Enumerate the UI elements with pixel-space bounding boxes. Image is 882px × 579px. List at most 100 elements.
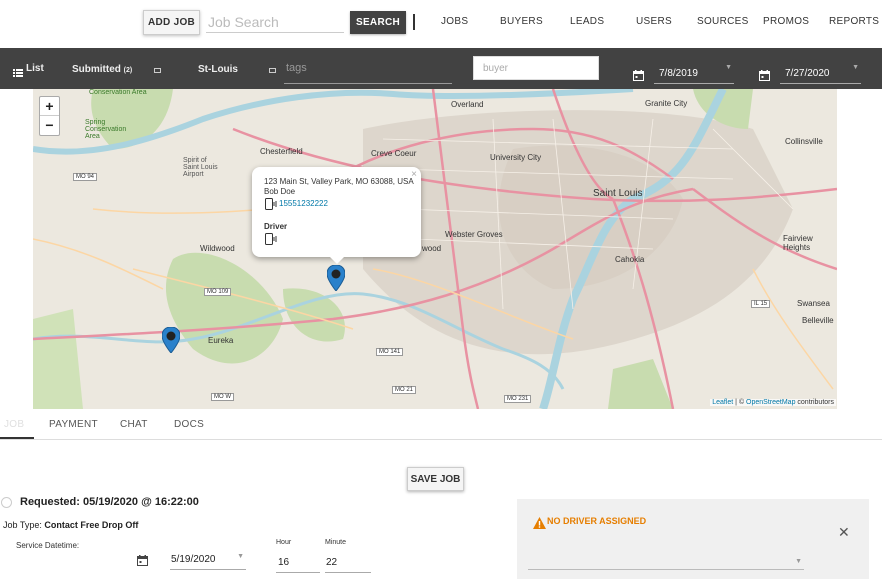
map-label: Cahokia	[615, 255, 645, 264]
nav-sources[interactable]: SOURCES	[697, 16, 749, 27]
date-to-value: 7/27/2020	[785, 68, 830, 79]
date-from-value: 7/8/2019	[659, 68, 698, 79]
calendar-icon[interactable]	[137, 553, 148, 566]
add-job-button[interactable]: ADD JOB	[143, 10, 200, 35]
requested-datetime: Requested: 05/19/2020 @ 16:22:00	[20, 496, 199, 508]
tab-docs[interactable]: DOCS	[174, 419, 204, 430]
close-icon[interactable]: ✕	[838, 524, 850, 541]
map-label: Swansea	[797, 299, 830, 308]
phone-icon	[265, 198, 277, 210]
popup-phone-link[interactable]: 15551232222	[279, 199, 328, 208]
service-datetime-label: Service Datetime:	[16, 541, 80, 550]
route-shield: MO 231	[504, 395, 532, 403]
minute-value: 22	[326, 557, 338, 568]
popup-name: Bob Doe	[264, 187, 296, 196]
minute-field[interactable]: 22	[325, 553, 371, 573]
map-label: wood	[422, 244, 442, 253]
map-label: Creve Coeur	[371, 149, 417, 158]
date-to-field[interactable]: 7/27/2020 ▼	[780, 58, 861, 84]
clock-icon	[1, 497, 12, 508]
service-date-field[interactable]: 5/19/2020 ▼	[170, 550, 246, 570]
active-tab-indicator	[0, 437, 34, 439]
chevron-down-icon: ▼	[852, 64, 859, 71]
zoom-control: + −	[39, 96, 60, 136]
date-from-field[interactable]: 7/8/2019 ▼	[654, 58, 734, 84]
tags-input[interactable]: tags	[284, 56, 452, 84]
hour-value: 16	[278, 557, 290, 568]
map-margin-right	[837, 89, 882, 409]
location-checkbox[interactable]	[269, 68, 276, 73]
map-label: Chesterfield	[260, 147, 303, 156]
map-label: Overland	[451, 100, 484, 109]
popup-tip	[328, 255, 346, 264]
hour-label: Hour	[276, 539, 292, 546]
list-icon[interactable]	[13, 64, 23, 77]
submitted-checkbox[interactable]	[154, 68, 161, 73]
popup-driver-label: Driver	[264, 222, 288, 231]
map-pin-icon[interactable]	[162, 327, 180, 353]
map-label: Spirit of Saint Louis Airport	[183, 157, 218, 178]
route-shield: MO 21	[392, 386, 417, 394]
map-label: Eureka	[208, 336, 234, 345]
submitted-count: (2)	[123, 67, 133, 74]
driver-select[interactable]: ▼	[528, 556, 804, 570]
save-job-button[interactable]: SAVE JOB	[407, 467, 464, 491]
route-shield: IL 15	[751, 300, 771, 308]
map-label: Belleville	[802, 316, 834, 325]
job-type: Job Type: Contact Free Drop Off	[3, 520, 138, 530]
route-shield: MO 109	[204, 288, 232, 296]
list-toggle[interactable]: List	[26, 63, 44, 74]
map[interactable]: Conservation Area Spring Conservation Ar…	[33, 89, 837, 409]
map-label: Fairview Heights	[783, 234, 813, 252]
map-popup: × 123 Main St, Valley Park, MO 63088, US…	[252, 167, 421, 257]
map-label: Collinsville	[785, 137, 823, 146]
map-label: Webster Groves	[445, 230, 503, 239]
job-search-input[interactable]: Job Search	[206, 11, 344, 33]
location-filter[interactable]: St-Louis	[198, 64, 238, 75]
attribution-suffix: contributors	[795, 399, 834, 406]
tab-payment[interactable]: PAYMENT	[49, 419, 98, 430]
service-date-value: 5/19/2020	[171, 554, 216, 565]
submitted-filter[interactable]: Submitted (2)	[72, 64, 132, 75]
filter-bar: List Submitted (2) St-Louis tags buyer 7…	[0, 48, 882, 89]
map-label: Conservation Area	[89, 89, 147, 96]
route-shield: MO W	[211, 393, 234, 401]
zoom-out-button[interactable]: −	[40, 116, 59, 135]
nav-buyers[interactable]: BUYERS	[500, 16, 543, 27]
map-label: University City	[490, 153, 542, 162]
chevron-down-icon: ▼	[795, 558, 802, 565]
calendar-icon[interactable]	[633, 68, 644, 81]
map-label: Saint Louis	[593, 188, 643, 199]
search-button[interactable]: SEARCH	[350, 11, 406, 34]
nav-promos[interactable]: PROMOS	[763, 16, 809, 27]
warning-icon	[533, 516, 546, 529]
route-shield: MO 141	[376, 348, 404, 356]
submitted-label: Submitted	[72, 64, 121, 75]
tab-job[interactable]: JOB	[4, 419, 24, 430]
route-shield: MO 94	[73, 173, 98, 181]
hour-field[interactable]: 16	[276, 553, 320, 573]
map-label: Granite City	[645, 99, 688, 108]
buyer-input[interactable]: buyer	[473, 56, 599, 80]
nav-users[interactable]: USERS	[636, 16, 672, 27]
map-pin-icon[interactable]	[327, 265, 345, 291]
calendar-icon[interactable]	[759, 68, 770, 81]
map-label: Wildwood	[200, 244, 235, 253]
nav-jobs[interactable]: JOBS	[441, 16, 468, 27]
job-tabs: JOB PAYMENT CHAT DOCS	[0, 409, 882, 440]
zoom-in-button[interactable]: +	[40, 97, 59, 116]
map-label: Spring Conservation Area	[85, 119, 127, 140]
osm-link[interactable]: OpenStreetMap	[746, 399, 795, 406]
map-margin-left	[0, 89, 33, 409]
minute-label: Minute	[325, 539, 347, 546]
tab-chat[interactable]: CHAT	[120, 419, 148, 430]
job-type-label: Job Type:	[3, 520, 45, 530]
map-attribution: Leaflet | © OpenStreetMap contributors	[710, 399, 836, 406]
nav-leads[interactable]: LEADS	[570, 16, 604, 27]
nav-reports[interactable]: REPORTS	[829, 16, 879, 27]
job-type-value: Contact Free Drop Off	[44, 520, 139, 530]
phone-icon	[265, 233, 277, 245]
no-driver-warning: NO DRIVER ASSIGNED	[547, 516, 647, 526]
leaflet-link[interactable]: Leaflet	[712, 399, 733, 406]
popup-address: 123 Main St, Valley Park, MO 63088, USA	[264, 177, 414, 186]
